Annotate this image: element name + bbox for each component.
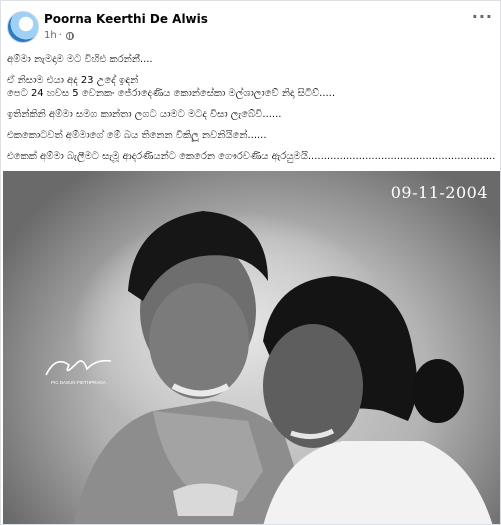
post-line-1: අම්මා නැමදාම මට විහිළු කරන්නී.... xyxy=(7,54,153,65)
post-time[interactable]: 1h xyxy=(44,30,57,41)
post-line-3: ඉතින්කිනි අම්මා සමග කාන්තා ලගට යාමට මටද … xyxy=(7,109,282,120)
post-meta: 1h · xyxy=(44,30,74,41)
photographer-signature: PIC DASUN PIETHPRAGA xyxy=(45,359,112,385)
post-line-2: ඒ නිසාම එයා අද 23 උදේ ඉඳන් පෙට 24 හවස 5 … xyxy=(7,75,336,99)
globe-icon xyxy=(65,31,74,40)
post-line-4: එකකොටවත් අම්මාගේ මේ බය තිනෙන විකිලූ නවනි… xyxy=(7,130,267,141)
post-line-5: එකෙක් අම්මා බැලීමට සැමූ ආදරණියන්ට කෙරෙන … xyxy=(7,151,495,162)
signature-credit: PIC DASUN PIETHPRAGA xyxy=(51,380,106,385)
post-header: Poorna Keerthi De Alwis 1h · ··· xyxy=(7,9,497,45)
author-avatar[interactable] xyxy=(7,11,39,43)
post-photo[interactable]: 09-11-2004 PIC DASUN PIETHPRAGA xyxy=(3,171,500,524)
photo-date-stamp: 09-11-2004 xyxy=(390,183,488,202)
author-name[interactable]: Poorna Keerthi De Alwis xyxy=(44,12,208,26)
facebook-post: Poorna Keerthi De Alwis 1h · ··· අම්මා න… xyxy=(0,0,501,525)
more-options-icon[interactable]: ··· xyxy=(472,9,493,25)
post-text: අම්මා නැමදාම මට විහිළු කරන්නී.... ඒ නිසා… xyxy=(7,53,495,171)
